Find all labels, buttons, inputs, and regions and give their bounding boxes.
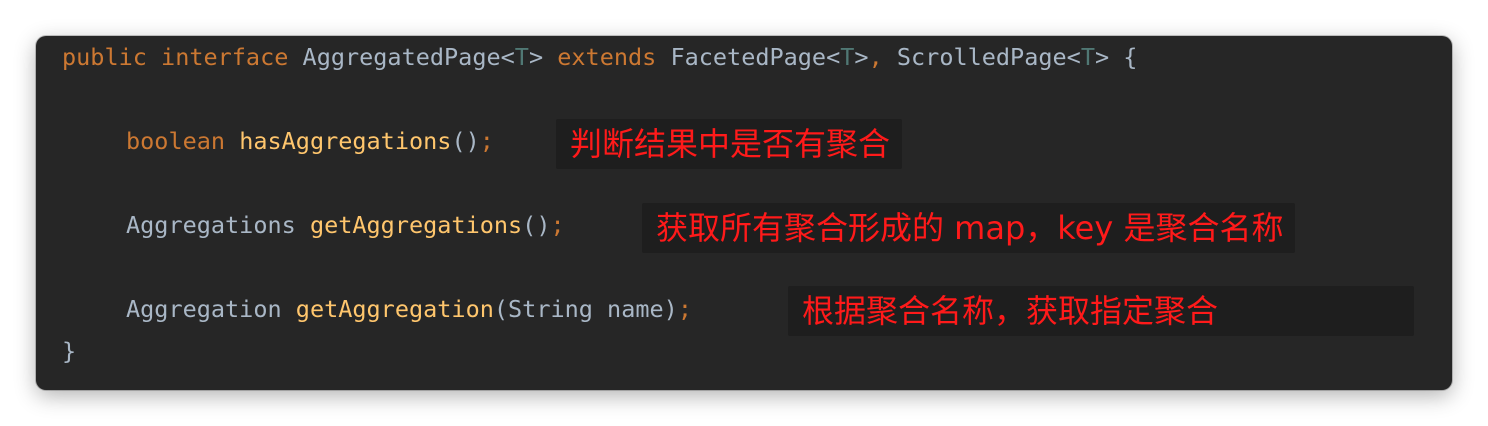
code-line-get-aggregations[interactable]: Aggregations getAggregations();: [62, 208, 565, 242]
angle-close: >: [854, 43, 869, 71]
type-parameter: T: [840, 43, 855, 71]
semicolon: ;: [550, 211, 565, 239]
method-params: (String name): [493, 295, 678, 323]
return-type-aggregation: Aggregation: [126, 295, 282, 323]
brace-open: {: [1123, 43, 1138, 71]
return-type-boolean: boolean: [126, 127, 226, 155]
angle-open: <: [500, 43, 515, 71]
super-interface-scrolled: ScrolledPage: [896, 43, 1067, 71]
keyword-public: public: [62, 43, 147, 71]
brace-close: }: [62, 337, 77, 365]
code-line-interface-declaration[interactable]: public interface AggregatedPage<T> exten…: [62, 40, 1137, 74]
angle-close: >: [528, 43, 544, 71]
super-interface-faceted: FacetedPage: [670, 43, 827, 71]
code-editor[interactable]: public interface AggregatedPage<T> exten…: [36, 36, 1452, 390]
type-parameter: T: [1080, 43, 1095, 71]
annotation-get-aggregations: 获取所有聚合形成的 map，key 是聚合名称: [642, 203, 1296, 253]
annotation-has-aggregations: 判断结果中是否有聚合: [556, 119, 903, 169]
keyword-interface: interface: [161, 43, 289, 71]
angle-close: >: [1094, 43, 1110, 71]
angle-open: <: [826, 43, 841, 71]
angle-open: <: [1066, 43, 1081, 71]
annotation-get-aggregation: 根据聚合名称，获取指定聚合: [788, 286, 1414, 336]
method-get-aggregations: getAggregations: [309, 211, 523, 239]
method-params: (): [451, 127, 480, 155]
code-line-has-aggregations[interactable]: boolean hasAggregations();: [62, 124, 494, 158]
return-type-aggregations: Aggregations: [126, 211, 296, 239]
method-get-aggregation: getAggregation: [295, 295, 494, 323]
type-parameter: T: [514, 43, 529, 71]
interface-name: AggregatedPage: [302, 43, 501, 71]
comma: ,: [868, 43, 883, 71]
semicolon: ;: [677, 295, 692, 323]
method-params: (): [522, 211, 551, 239]
semicolon: ;: [479, 127, 494, 155]
code-line-closing-brace[interactable]: }: [62, 334, 76, 368]
method-has-aggregations: hasAggregations: [239, 127, 452, 155]
code-line-get-aggregation[interactable]: Aggregation getAggregation(String name);: [62, 292, 692, 326]
keyword-extends: extends: [557, 43, 657, 71]
